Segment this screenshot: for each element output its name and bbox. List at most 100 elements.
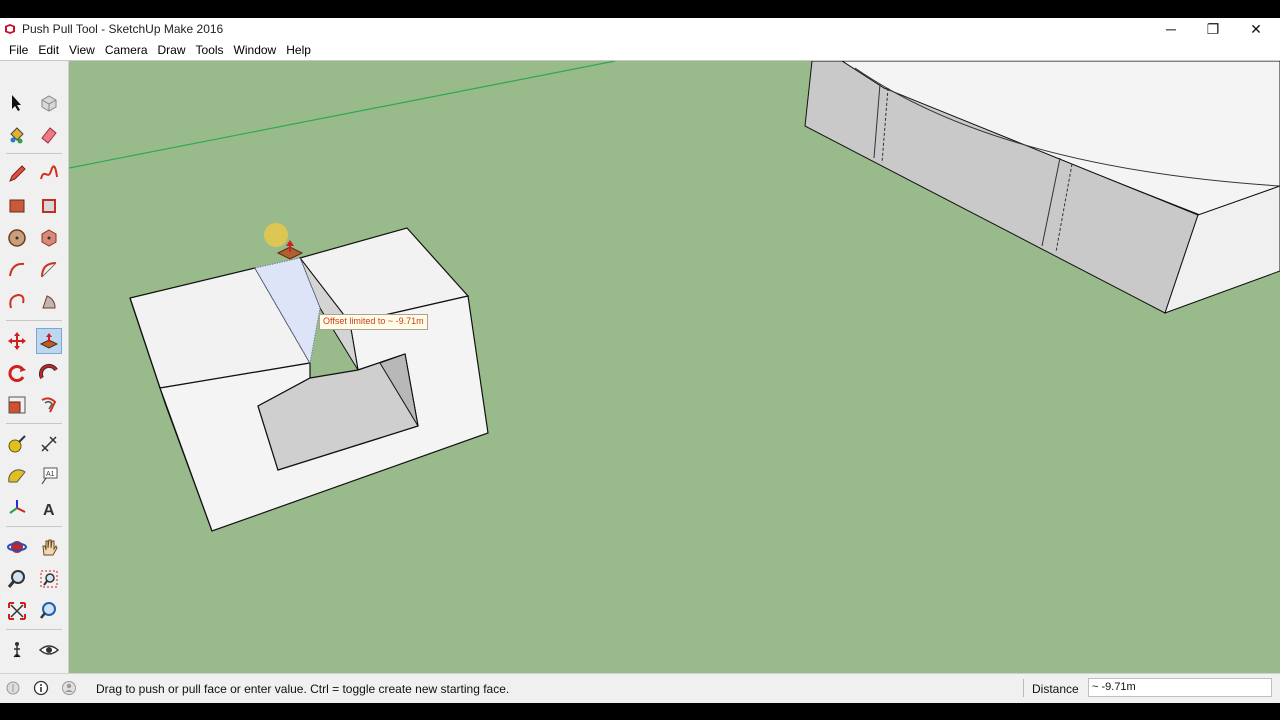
push-pull-cursor (264, 223, 304, 260)
freehand-icon (40, 165, 58, 180)
scale-tool[interactable] (4, 392, 30, 418)
menu-edit[interactable]: Edit (33, 43, 64, 57)
pan-tool[interactable] (36, 534, 62, 560)
zoom-window-tool[interactable] (36, 566, 62, 592)
push-pull-icon (39, 333, 59, 349)
line-tool[interactable] (4, 161, 30, 187)
tape-measure-icon (8, 435, 26, 453)
svg-text:A: A (43, 502, 55, 519)
vcb-divider (1023, 679, 1024, 697)
large-tool-set: A1 A (0, 61, 69, 691)
axes-tool[interactable] (4, 495, 30, 521)
inference-tooltip: Offset limited to ~ -9.71m (319, 314, 428, 330)
move-tool[interactable] (4, 328, 30, 354)
look-around-tool[interactable] (36, 637, 62, 663)
protractor-tool[interactable] (4, 463, 30, 489)
svg-text:A1: A1 (46, 471, 55, 478)
eye-icon (38, 645, 60, 655)
toolbar-separator (6, 629, 62, 630)
menu-bar: File Edit View Camera Draw Tools Window … (0, 40, 1280, 60)
previous-view-tool[interactable] (36, 598, 62, 624)
circle-tool[interactable] (4, 225, 30, 251)
select-tool[interactable] (4, 90, 30, 116)
eraser-tool[interactable] (36, 122, 62, 148)
dimension-tool[interactable] (36, 431, 62, 457)
arc-tool[interactable] (4, 257, 30, 283)
tape-measure-tool[interactable] (4, 431, 30, 457)
rectangle-icon (9, 199, 25, 213)
dimension-icon (41, 436, 57, 452)
component-icon (41, 95, 57, 112)
make-component-tool[interactable] (36, 90, 62, 116)
menu-draw[interactable]: Draw (153, 43, 191, 57)
minimize-button[interactable]: ─ (1149, 18, 1193, 40)
menu-tools[interactable]: Tools (191, 43, 229, 57)
menu-help[interactable]: Help (281, 43, 316, 57)
arc-icon (9, 262, 25, 277)
polygon-tool[interactable] (36, 225, 62, 251)
three-point-arc-icon (9, 293, 25, 309)
pie-icon (42, 295, 56, 309)
rotate-tool[interactable] (4, 360, 30, 386)
user-account-icon[interactable] (61, 680, 77, 696)
toolbar-separator (6, 423, 62, 424)
info-icon[interactable] (33, 680, 49, 696)
paint-bucket-icon (10, 127, 24, 144)
close-button[interactable]: ✕ (1234, 18, 1278, 40)
two-point-arc-icon (41, 262, 57, 278)
freehand-tool[interactable] (36, 161, 62, 187)
zoom-tool[interactable] (4, 566, 30, 592)
background-building (804, 61, 1280, 314)
minimize-icon: ─ (1166, 21, 1176, 37)
pan-hand-icon (42, 539, 58, 556)
zoom-window-icon (40, 570, 58, 588)
push-pull-tool[interactable] (36, 328, 62, 354)
two-point-arc-tool[interactable] (36, 257, 62, 283)
restore-button[interactable]: ❐ (1191, 18, 1235, 40)
orbit-tool[interactable] (4, 534, 30, 560)
restore-icon: ❐ (1206, 20, 1220, 37)
menu-window[interactable]: Window (229, 43, 282, 57)
3d-text-icon: A (43, 502, 55, 519)
arrow-icon (12, 95, 21, 111)
green-axis-line (69, 61, 616, 169)
polygon-icon (41, 229, 57, 247)
toolbar-separator (6, 153, 62, 154)
scale-icon (8, 396, 26, 414)
follow-me-tool[interactable] (36, 360, 62, 386)
rectangle-tool[interactable] (4, 193, 30, 219)
3d-text-tool[interactable]: A (36, 495, 62, 521)
axes-icon (9, 500, 26, 514)
position-camera-tool[interactable] (4, 637, 30, 663)
geo-location-icon[interactable] (5, 680, 21, 696)
offset-tool[interactable] (36, 392, 62, 418)
three-point-arc-tool[interactable] (4, 289, 30, 315)
title-bar: Push Pull Tool - SketchUp Make 2016 ─ ❐ … (0, 18, 1280, 40)
text-tool[interactable]: A1 (36, 463, 62, 489)
menu-file[interactable]: File (4, 43, 33, 57)
circle-icon (8, 229, 26, 247)
eraser-icon (41, 127, 57, 144)
drawing-viewport[interactable]: Offset limited to ~ -9.71m (69, 61, 1280, 691)
toolbar-separator (6, 320, 62, 321)
text-icon: A1 (41, 467, 58, 485)
previous-view-icon (40, 602, 56, 619)
pencil-icon (9, 165, 26, 182)
rotate-icon (8, 365, 26, 382)
sketchup-window: Push Pull Tool - SketchUp Make 2016 ─ ❐ … (0, 18, 1280, 703)
paint-bucket-tool[interactable] (4, 122, 30, 148)
sketchup-logo-icon (5, 24, 15, 34)
pie-tool[interactable] (36, 289, 62, 315)
toolbar-separator (6, 526, 62, 527)
menu-camera[interactable]: Camera (100, 43, 153, 57)
follow-me-icon (38, 363, 58, 379)
menu-view[interactable]: View (64, 43, 100, 57)
zoom-icon (7, 570, 25, 588)
zoom-extents-tool[interactable] (4, 598, 30, 624)
status-bar: Drag to push or pull face or enter value… (0, 673, 1280, 703)
rotated-rectangle-tool[interactable] (36, 193, 62, 219)
measurements-input[interactable]: ~ -9.71m (1088, 678, 1272, 697)
block-model (129, 227, 489, 532)
orbit-icon (7, 541, 27, 553)
rotated-rectangle-icon (42, 199, 56, 213)
